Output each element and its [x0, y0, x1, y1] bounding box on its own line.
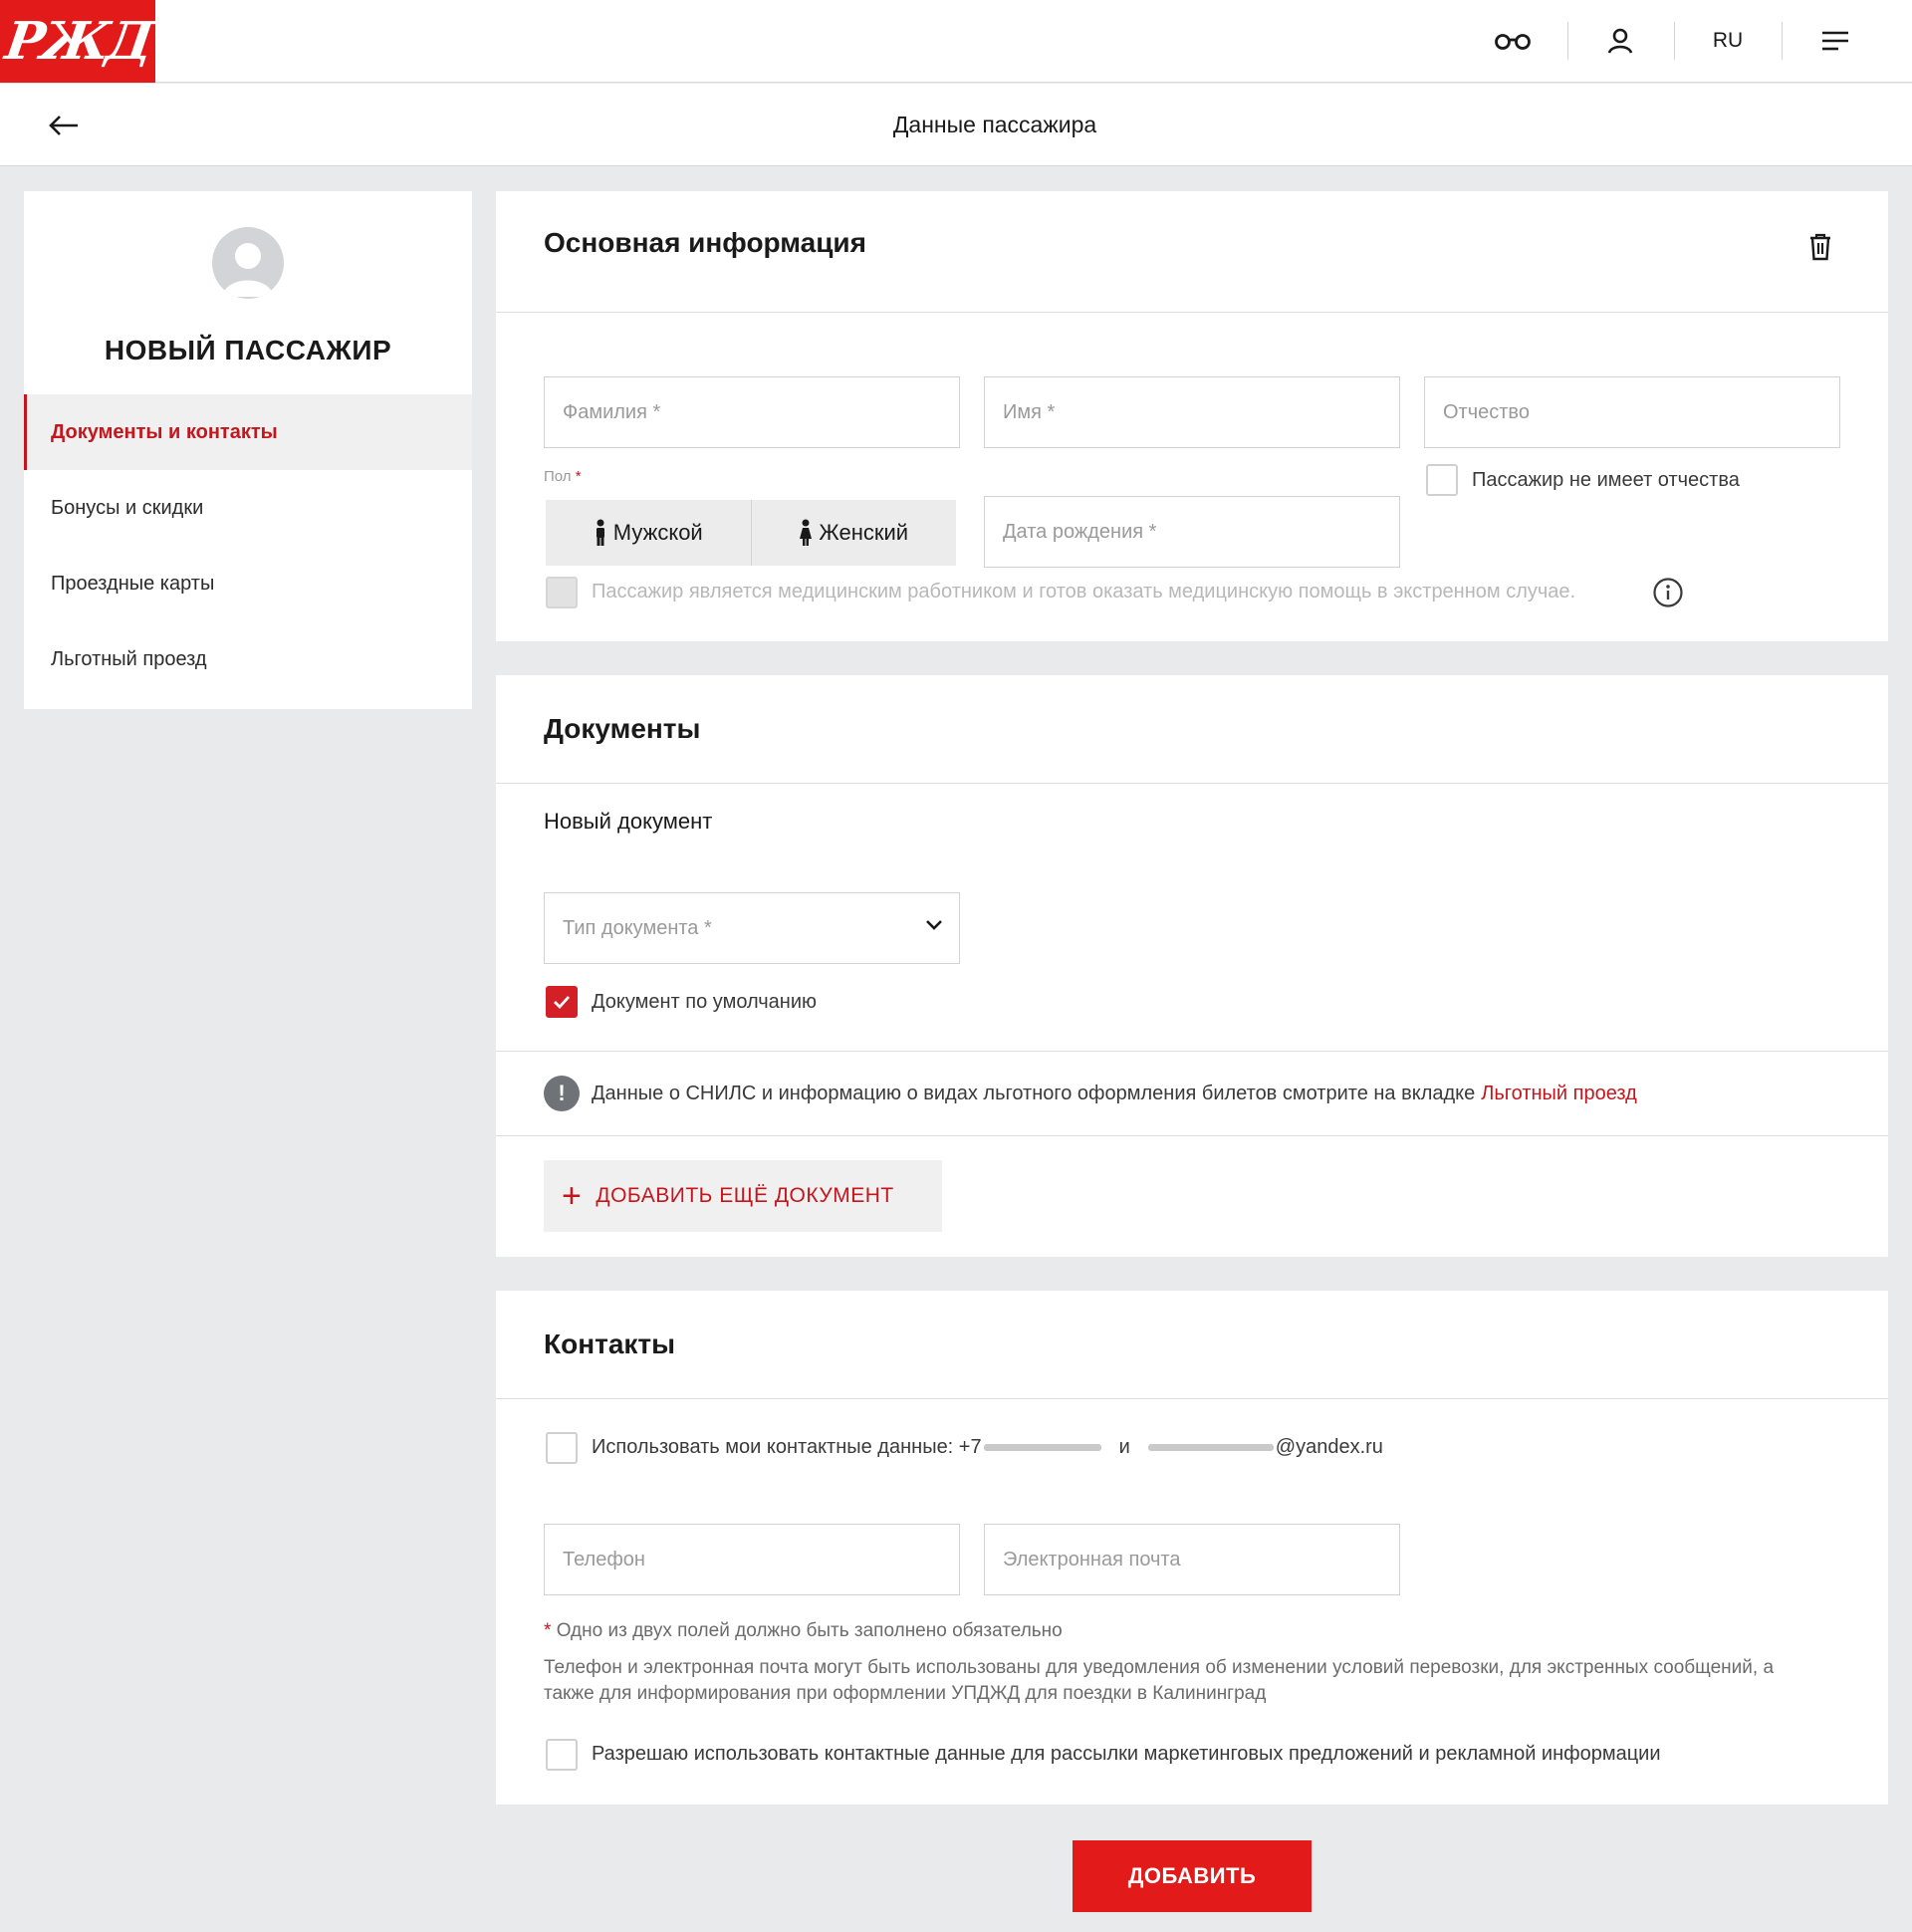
chevron-down-icon — [926, 920, 942, 930]
email-field[interactable]: Электронная почта — [984, 1524, 1400, 1595]
gender-label: Пол * — [544, 468, 582, 485]
snils-info-text: Данные о СНИЛС и информацию о видах льго… — [592, 1082, 1476, 1104]
gender-male-label: Мужской — [612, 520, 703, 545]
user-icon[interactable] — [1597, 18, 1643, 64]
check-icon — [554, 996, 571, 1010]
masked-phone — [983, 1444, 1101, 1451]
divider — [496, 783, 1888, 784]
contacts-card: Контакты Использовать мои контактные дан… — [496, 1291, 1888, 1805]
female-icon — [800, 519, 813, 546]
use-my-contacts-label: Использовать мои контактные данные: +7 и… — [592, 1436, 1383, 1459]
sidebar-item-bonuses[interactable]: Бонусы и скидки — [24, 470, 472, 546]
use-my-contacts-text: Использовать мои контактные данные: +7 — [592, 1436, 982, 1458]
passenger-title: НОВЫЙ ПАССАЖИР — [104, 335, 392, 365]
medical-worker-label: Пассажир является медицинским работником… — [592, 581, 1576, 603]
documents-card: Документы Новый документ Тип документа *… — [496, 675, 1888, 1257]
gender-female-button[interactable]: Женский — [750, 500, 957, 566]
benefits-link[interactable]: Льготный проезд — [1481, 1083, 1637, 1105]
trash-icon[interactable] — [1808, 233, 1832, 266]
basic-info-title: Основная информация — [544, 227, 866, 258]
top-bar: РЖД RU — [0, 0, 1912, 83]
document-type-placeholder: Тип документа * — [563, 916, 712, 939]
lastname-field[interactable]: Фамилия * — [544, 376, 960, 448]
header-divider — [1674, 22, 1675, 60]
usage-note: Телефон и электронная почта могут быть и… — [544, 1657, 1775, 1704]
and-text: и — [1118, 1436, 1130, 1458]
patronymic-field[interactable]: Отчество — [1424, 376, 1840, 448]
menu-icon[interactable] — [1812, 18, 1858, 64]
no-patronymic-checkbox[interactable] — [1426, 464, 1458, 496]
sidebar-item-benefits[interactable]: Льготный проезд — [24, 621, 472, 697]
snils-info: ! Данные о СНИЛС и информацию о видах ль… — [544, 1076, 1637, 1111]
sub-header: Данные пассажира — [0, 84, 1912, 166]
email-suffix: @yandex.ru — [1275, 1436, 1383, 1458]
add-passenger-button[interactable]: ДОБАВИТЬ — [1073, 1840, 1312, 1912]
gender-male-button[interactable]: Мужской — [546, 500, 751, 566]
divider — [496, 312, 1888, 313]
new-document-heading: Новый документ — [544, 809, 713, 834]
page-title: Данные пассажира — [892, 112, 1097, 137]
divider — [496, 1135, 1888, 1136]
add-document-label: ДОБАВИТЬ ЕЩЁ ДОКУМЕНТ — [596, 1184, 894, 1207]
gender-female-label: Женский — [819, 520, 909, 545]
gender-toggle: Мужской Женский — [546, 500, 956, 566]
marketing-consent-checkbox[interactable] — [546, 1739, 578, 1771]
documents-title: Документы — [544, 713, 701, 744]
use-my-contacts-checkbox[interactable] — [546, 1432, 578, 1464]
birthdate-field[interactable]: Дата рождения * — [984, 496, 1400, 568]
glasses-icon[interactable] — [1490, 18, 1536, 64]
basic-info-card: Основная информация Фамилия * Имя * Отче… — [496, 191, 1888, 641]
divider — [496, 1051, 1888, 1052]
plus-icon: + — [562, 1177, 583, 1215]
default-document-label: Документ по умолчанию — [592, 991, 817, 1013]
firstname-field[interactable]: Имя * — [984, 376, 1400, 448]
header-divider — [1782, 22, 1783, 60]
medical-worker-checkbox[interactable] — [546, 577, 578, 608]
document-type-select[interactable]: Тип документа * — [544, 892, 960, 964]
sidebar-item-documents[interactable]: Документы и контакты — [24, 394, 472, 470]
divider — [496, 1398, 1888, 1399]
avatar — [212, 227, 284, 299]
sidebar-item-travel-cards[interactable]: Проездные карты — [24, 546, 472, 621]
add-document-button[interactable]: + ДОБАВИТЬ ЕЩЁ ДОКУМЕНТ — [544, 1160, 942, 1232]
marketing-consent-label: Разрешаю использовать контактные данные … — [592, 1743, 1661, 1765]
default-document-checkbox[interactable] — [546, 986, 578, 1018]
rzd-logo[interactable]: РЖД — [0, 0, 155, 83]
language-switcher[interactable]: RU — [1705, 18, 1751, 64]
header-divider — [1567, 22, 1568, 60]
required-note: * Одно из двух полей должно быть заполне… — [544, 1620, 1063, 1641]
logo-text: РЖД — [1, 11, 154, 72]
male-icon — [596, 519, 604, 546]
masked-email — [1147, 1444, 1274, 1451]
sidebar: НОВЫЙ ПАССАЖИР Документы и контакты Бону… — [24, 191, 472, 709]
no-patronymic-label: Пассажир не имеет отчества — [1472, 469, 1740, 491]
phone-field[interactable]: Телефон — [544, 1524, 960, 1595]
exclamation-icon: ! — [544, 1076, 580, 1111]
contacts-title: Контакты — [544, 1328, 676, 1359]
info-icon[interactable] — [1652, 577, 1684, 613]
